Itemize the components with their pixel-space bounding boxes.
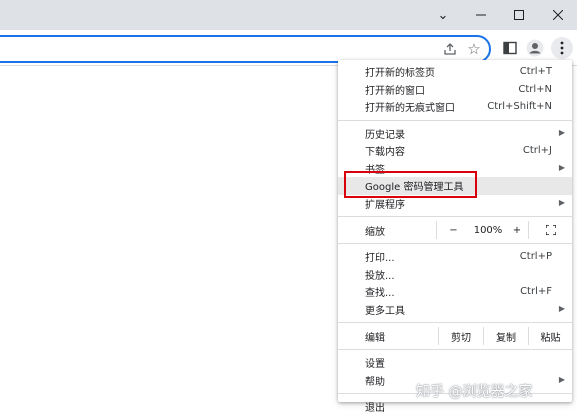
bookmark-star-button[interactable]: ☆ [463, 38, 485, 60]
fullscreen-button[interactable] [528, 221, 572, 239]
side-panel-icon [503, 41, 517, 55]
profile-button[interactable] [524, 37, 546, 59]
menu-item-new-incognito-window[interactable]: 打开新的无痕式窗口 Ctrl+Shift+N [338, 98, 572, 116]
share-icon [444, 43, 456, 55]
chrome-main-menu: 打开新的标签页 Ctrl+T 打开新的窗口 Ctrl+N 打开新的无痕式窗口 C… [338, 60, 572, 414]
menu-separator [338, 349, 572, 350]
avatar-icon [526, 39, 544, 57]
menu-item-settings[interactable]: 设置 [338, 354, 572, 372]
maximize-button[interactable] [500, 0, 538, 30]
menu-item-label: 打印... [365, 253, 395, 265]
copy-button[interactable]: 复制 [483, 327, 528, 345]
menu-row-zoom: 缩放 − 100% + [338, 221, 572, 239]
menu-item-label: 投放... [365, 270, 395, 282]
address-bar[interactable]: ☆ [0, 35, 491, 63]
zoom-out-button[interactable]: − [436, 221, 470, 239]
submenu-arrow-icon: ▶ [558, 303, 565, 313]
shortcut-label: Ctrl+Shift+N [487, 101, 552, 113]
zoom-in-button[interactable]: + [506, 221, 528, 239]
submenu-arrow-icon: ▶ [558, 197, 565, 207]
watermark-text: 知乎 @浏览器之家 [416, 384, 533, 400]
menu-item-label: 打开新的标签页 [365, 68, 435, 80]
menu-item-label: 扩展程序 [365, 199, 405, 211]
side-panel-button[interactable] [499, 37, 521, 59]
cut-button[interactable]: 剪切 [438, 327, 483, 345]
chrome-menu-button[interactable] [551, 37, 573, 59]
zoom-level: 100% [473, 224, 503, 236]
menu-item-new-window[interactable]: 打开新的窗口 Ctrl+N [338, 81, 572, 99]
menu-item-print[interactable]: 打印... Ctrl+P [338, 248, 572, 266]
star-icon: ☆ [467, 40, 481, 58]
menu-separator [338, 243, 572, 244]
menu-item-label: 更多工具 [365, 305, 405, 317]
menu-item-more-tools[interactable]: 更多工具 ▶ [338, 301, 572, 319]
close-window-button[interactable] [539, 0, 577, 30]
shortcut-label: Ctrl+J [522, 145, 552, 157]
edit-label: 编辑 [365, 332, 385, 344]
shortcut-label: Ctrl+N [518, 83, 552, 95]
menu-item-find[interactable]: 查找... Ctrl+F [338, 283, 572, 301]
menu-separator [338, 119, 572, 121]
title-bar: ⌄ [0, 0, 577, 30]
fullscreen-icon [545, 225, 556, 235]
share-button[interactable] [439, 38, 461, 60]
shortcut-label: Ctrl+T [519, 66, 552, 78]
menu-item-downloads[interactable]: 下载内容 Ctrl+J [338, 142, 572, 160]
menu-item-history[interactable]: 历史记录 ▶ [338, 125, 572, 143]
chevron-down-icon: ⌄ [437, 7, 449, 23]
shortcut-label: Ctrl+P [519, 251, 552, 263]
menu-item-label: 历史记录 [365, 129, 405, 141]
menu-item-label: Google 密码管理工具 [365, 182, 464, 194]
submenu-arrow-icon: ▶ [558, 374, 565, 384]
menu-item-cast[interactable]: 投放... [338, 266, 572, 284]
tab-search-button[interactable]: ⌄ [424, 0, 462, 30]
minimize-icon [476, 14, 486, 16]
menu-item-bookmarks[interactable]: 书签 ▶ [338, 160, 572, 178]
menu-item-label: 退出 [365, 403, 385, 415]
menu-item-label: 打开新的窗口 [365, 85, 425, 97]
submenu-arrow-icon: ▶ [558, 162, 565, 172]
menu-item-password-manager[interactable]: Google 密码管理工具 [338, 171, 572, 198]
paste-button[interactable]: 粘贴 [528, 327, 572, 345]
menu-separator [338, 322, 572, 323]
menu-item-label: 书签 [365, 164, 385, 176]
shortcut-label: Ctrl+F [520, 286, 552, 298]
menu-item-label: 打开新的无痕式窗口 [365, 103, 455, 115]
menu-item-label: 下载内容 [365, 147, 405, 159]
kebab-menu-icon [560, 41, 564, 55]
menu-item-label: 设置 [365, 359, 385, 371]
menu-row-edit: 编辑 剪切 复制 粘贴 [338, 327, 572, 345]
minus-icon: − [449, 224, 458, 236]
plus-icon: + [512, 224, 522, 236]
minimize-button[interactable] [462, 0, 500, 30]
menu-item-label: 查找... [365, 288, 395, 300]
menu-item-extensions[interactable]: 扩展程序 ▶ [338, 195, 572, 213]
submenu-arrow-icon: ▶ [558, 127, 565, 137]
close-icon [553, 10, 563, 20]
menu-item-new-tab[interactable]: 打开新的标签页 Ctrl+T [338, 63, 572, 81]
menu-separator [338, 216, 572, 217]
zoom-label: 缩放 [365, 226, 385, 238]
maximize-icon [514, 10, 524, 20]
